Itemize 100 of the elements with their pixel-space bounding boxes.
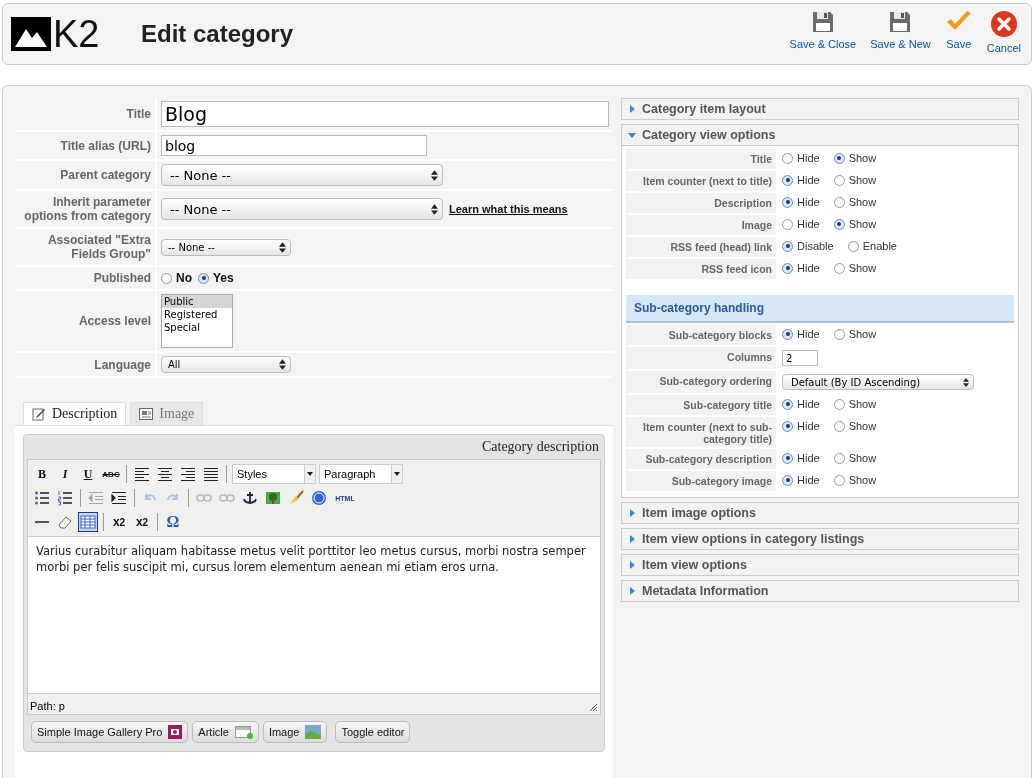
- option-label: Sub-category ordering: [626, 371, 778, 393]
- option-label: Description: [626, 193, 778, 213]
- radio-button[interactable]: [833, 474, 845, 486]
- editor-tab[interactable]: Description: [23, 402, 127, 425]
- radio-button[interactable]: [198, 272, 209, 284]
- select-dropdown[interactable]: -- None --: [161, 238, 291, 256]
- radio-label: No: [176, 271, 192, 285]
- panel-header[interactable]: Item view options in category listings: [622, 529, 1018, 549]
- triangle-icon: [628, 105, 636, 113]
- toolbar-button[interactable]: Save & New: [868, 10, 933, 54]
- stepper-arrows-icon: [963, 377, 969, 387]
- radio-button[interactable]: [847, 240, 859, 252]
- radio-button[interactable]: [782, 328, 793, 340]
- radio-button[interactable]: [833, 420, 845, 432]
- logo-text: K2: [53, 15, 100, 53]
- editor-button[interactable]: Toggle editor: [335, 721, 411, 743]
- radio-label: Show: [848, 174, 877, 186]
- radio-button[interactable]: [833, 452, 845, 464]
- panel-header[interactable]: Category item layout: [622, 99, 1018, 119]
- radio-button[interactable]: [782, 152, 793, 164]
- radio-button[interactable]: [782, 420, 793, 432]
- toolbar-icon[interactable]: [55, 488, 75, 508]
- field-label: Access level: [15, 291, 157, 351]
- list-option[interactable]: Public: [162, 295, 232, 308]
- radio-button[interactable]: [833, 262, 845, 274]
- radio-label: Show: [848, 262, 877, 274]
- editor-button[interactable]: Image: [262, 721, 328, 743]
- columns-field[interactable]: 2: [782, 350, 818, 366]
- panel-header[interactable]: Item image options: [622, 503, 1018, 523]
- panel-header[interactable]: Category view options: [622, 125, 1018, 145]
- triangle-icon: [628, 587, 636, 595]
- caret-icon: [394, 472, 400, 476]
- radio-label: Hide: [797, 398, 820, 410]
- toolbar-icon[interactable]: [78, 512, 98, 532]
- field-label: Title alias (URL): [15, 132, 157, 159]
- select-dropdown[interactable]: Default (By ID Ascending): [782, 374, 974, 390]
- close-icon: [989, 10, 1018, 38]
- format-button[interactable]: I: [55, 464, 75, 484]
- editor-button[interactable]: Simple Image Gallery Pro: [31, 721, 189, 743]
- radio-button[interactable]: [782, 452, 793, 464]
- toolbar-button[interactable]: Cancel: [984, 10, 1023, 54]
- toolbar-button[interactable]: Save: [942, 10, 975, 54]
- field-label: Published: [15, 267, 157, 289]
- learn-more-link[interactable]: Learn what this means: [449, 203, 568, 215]
- radio-button[interactable]: [782, 398, 793, 410]
- stepper-arrows-icon: [279, 359, 286, 370]
- triangle-icon: [628, 535, 636, 543]
- radio-button[interactable]: [833, 152, 845, 164]
- radio-label: Enable: [862, 240, 897, 252]
- field-label: Associated "Extra Fields Group": [15, 229, 157, 265]
- radio-label: Show: [848, 196, 877, 208]
- radio-button[interactable]: [833, 174, 845, 186]
- radio-button[interactable]: [782, 174, 793, 186]
- radio-button[interactable]: [782, 240, 793, 252]
- editor-tab[interactable]: Image: [130, 402, 204, 425]
- radio-label: Disable: [797, 240, 834, 252]
- radio-label: Show: [848, 452, 877, 464]
- page-title: Edit category: [141, 20, 295, 48]
- option-label: Image: [626, 215, 778, 235]
- panel-header[interactable]: Item view options: [622, 555, 1018, 575]
- list-option[interactable]: Registered: [162, 308, 232, 321]
- select-dropdown[interactable]: -- None --: [161, 164, 443, 186]
- select-dropdown[interactable]: -- None --: [161, 198, 443, 220]
- radio-button[interactable]: [833, 328, 845, 340]
- editor-heading: Category description: [480, 438, 600, 456]
- select-dropdown[interactable]: All: [161, 356, 291, 373]
- field-label: Inherit parameter options from category: [15, 191, 157, 227]
- option-label: Title: [626, 149, 778, 169]
- format-button[interactable]: ABC: [101, 464, 121, 484]
- format-button[interactable]: U: [78, 464, 98, 484]
- triangle-icon: [628, 131, 636, 139]
- radio-button[interactable]: [782, 218, 793, 230]
- radio-button[interactable]: [782, 262, 793, 274]
- alias-field[interactable]: blog: [161, 135, 427, 156]
- radio-label: Show: [848, 398, 877, 410]
- panel-header[interactable]: Metadata Information: [622, 581, 1018, 601]
- radio-button[interactable]: [782, 474, 793, 486]
- toolbar-button[interactable]: Save & Close: [787, 10, 859, 54]
- editor-text: Varius curabitur aliquam habitasse metus velit porttitor leo metus cursus, morbi nostra semper morbi per felis suscipit mi, cursus lorem elementum aenean mi etiam eros urna.: [36, 543, 587, 575]
- radio-button[interactable]: [782, 196, 793, 208]
- radio-label: Show: [848, 328, 877, 340]
- option-label: Sub-category blocks: [626, 325, 778, 345]
- format-dropdown[interactable]: Paragraph: [319, 464, 403, 484]
- editor-button[interactable]: Article: [192, 721, 259, 743]
- radio-button[interactable]: [833, 218, 845, 230]
- radio-label: Show: [848, 218, 877, 230]
- option-label: Sub-category description: [626, 449, 778, 469]
- option-label: Sub-category title: [626, 395, 778, 415]
- radio-label: Show: [848, 152, 877, 164]
- field-label: Parent category: [15, 161, 157, 189]
- list-option[interactable]: Special: [162, 321, 232, 334]
- radio-button[interactable]: [833, 196, 845, 208]
- radio-label: Hide: [797, 218, 820, 230]
- format-button[interactable]: Ω: [163, 512, 183, 532]
- radio-button[interactable]: [161, 272, 172, 284]
- access-listbox[interactable]: Public Registered Special: [161, 294, 233, 348]
- format-dropdown[interactable]: Styles: [232, 464, 316, 484]
- title-field[interactable]: Blog: [161, 101, 609, 127]
- format-button[interactable]: B: [32, 464, 52, 484]
- radio-button[interactable]: [833, 398, 845, 410]
